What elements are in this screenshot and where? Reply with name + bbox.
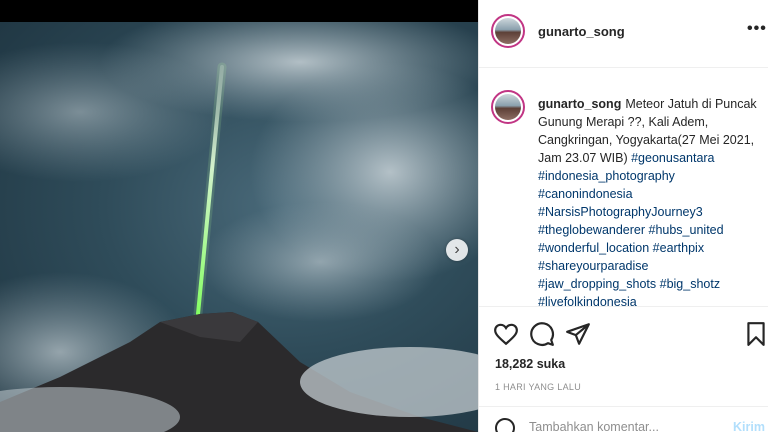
paper-plane-icon[interactable] [565, 321, 591, 347]
more-options-icon[interactable]: ••• [747, 20, 767, 38]
comment-icon[interactable] [529, 321, 555, 347]
hashtag[interactable]: #wonderful_location #earthpix [538, 239, 760, 257]
caption-username[interactable]: gunarto_song [538, 97, 621, 111]
post-actions: 18,282 suka 1 HARI YANG LALU [479, 306, 768, 406]
hashtag[interactable]: #theglobewanderer #hubs_united [538, 221, 760, 239]
hashtag[interactable]: #geonusantara [631, 151, 714, 165]
comment-input[interactable] [529, 420, 729, 432]
caption-avatar[interactable] [491, 90, 525, 124]
caption-text: gunarto_song Meteor Jatuh di Puncak Gunun… [538, 95, 760, 306]
bookmark-icon[interactable] [743, 321, 768, 347]
heart-icon[interactable] [493, 321, 519, 347]
post-photo[interactable]: › [0, 22, 478, 432]
hashtag[interactable]: #indonesia_photography [538, 167, 760, 185]
post-timestamp[interactable]: 1 HARI YANG LALU [495, 382, 581, 392]
emoji-icon[interactable] [495, 418, 515, 432]
carousel-next-button[interactable]: › [446, 239, 468, 261]
hashtag[interactable]: #NarsisPhotographyJourney3 [538, 203, 760, 221]
comment-row: Kirim [479, 406, 768, 432]
post-header: gunarto_song ••• [479, 0, 768, 68]
header-username[interactable]: gunarto_song [538, 24, 625, 39]
hashtag[interactable]: #shareyourparadise [538, 257, 760, 275]
post-side-panel: gunarto_song ••• gunarto_song Meteor Jatu… [478, 0, 768, 432]
hashtag[interactable]: #canonindonesia [538, 185, 760, 203]
post-caption: gunarto_song Meteor Jatuh di Puncak Gunun… [479, 68, 768, 306]
post-comment-button[interactable]: Kirim [733, 420, 765, 432]
avatar[interactable] [491, 14, 525, 48]
hashtag[interactable]: #livefolkindonesia [538, 293, 760, 306]
hashtag[interactable]: #jaw_dropping_shots #big_shotz [538, 275, 760, 293]
instagram-post-screenshot: › gunarto_song ••• gunarto_song Meteor Ja… [0, 0, 768, 432]
like-count[interactable]: 18,282 suka [495, 357, 565, 371]
meteor-scene [0, 22, 478, 432]
